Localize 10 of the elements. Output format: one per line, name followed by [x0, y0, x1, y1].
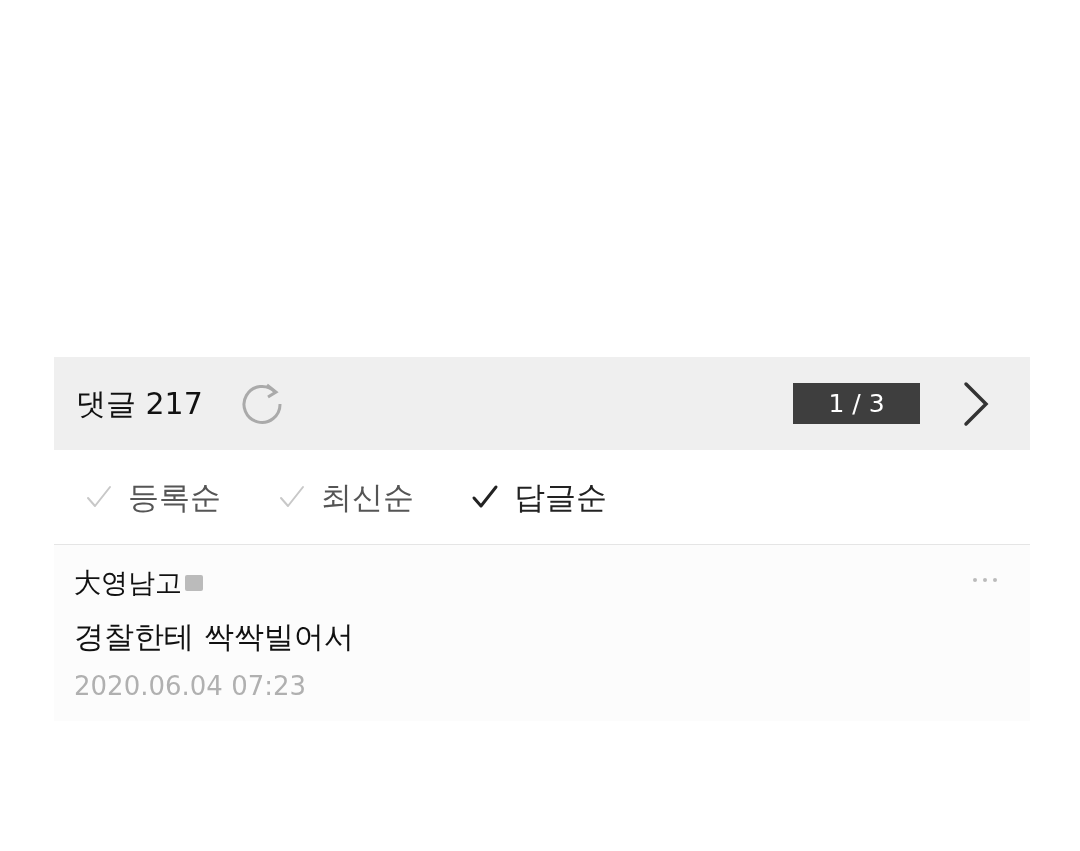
comment-date: 2020.06.04 07:23	[74, 669, 308, 703]
page-indicator: 1 / 3	[793, 383, 920, 424]
sort-option[interactable]: 답글순	[470, 473, 607, 521]
comment-author: 大영남고	[74, 566, 182, 600]
comment-text: 경찰한테 싹싹빌어서	[74, 617, 355, 656]
sort-option[interactable]: 등록순	[84, 473, 221, 521]
sort-option[interactable]: 최신순	[277, 473, 414, 521]
badge-icon	[184, 573, 204, 594]
comment-count: 댓글 217	[76, 385, 203, 423]
more-icon[interactable]	[972, 577, 998, 583]
